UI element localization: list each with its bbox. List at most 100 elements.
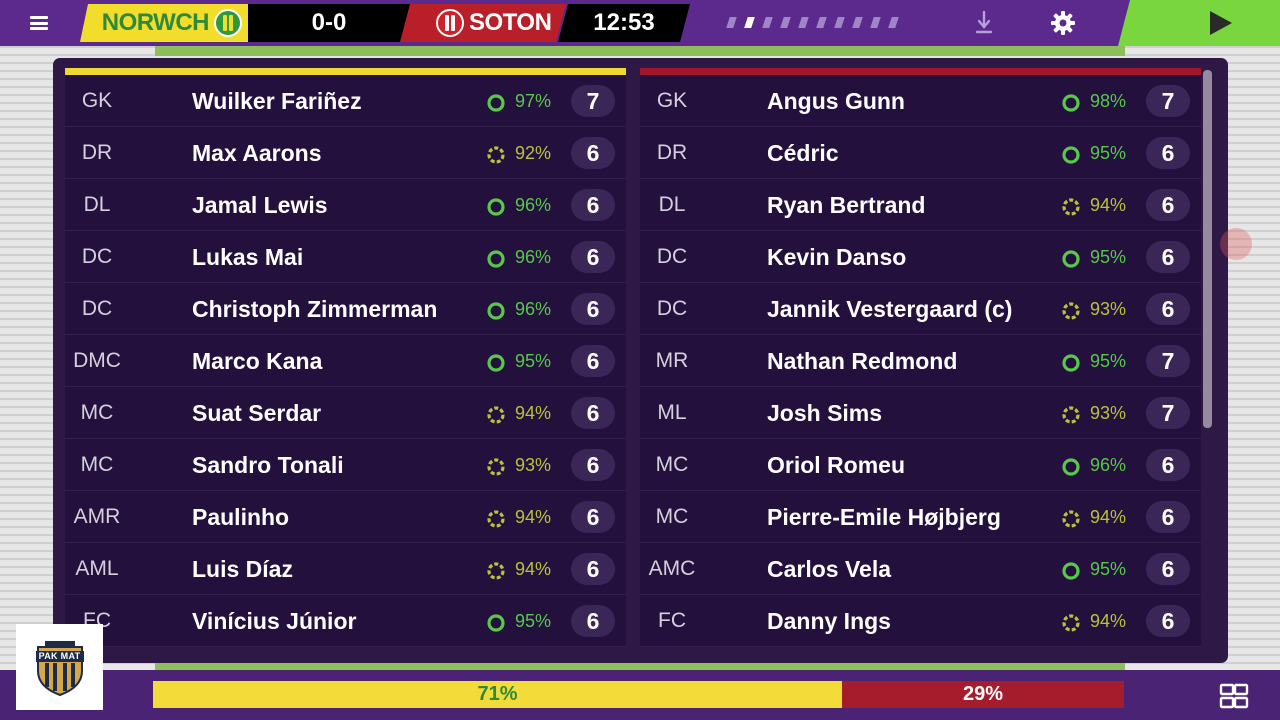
- player-position: MR: [655, 349, 689, 372]
- home-team-tag[interactable]: NORWCH: [80, 4, 248, 42]
- condition-ring-icon: [486, 613, 506, 633]
- gear-icon[interactable]: [1050, 10, 1076, 36]
- speed-pip[interactable]: [744, 17, 755, 28]
- player-condition: 95%: [1090, 559, 1127, 579]
- player-name: Vinícius Júnior: [192, 608, 357, 634]
- hamburger-menu-icon: [30, 16, 48, 30]
- match-clock: 12:53: [558, 4, 690, 42]
- player-position: MC: [655, 453, 689, 476]
- speed-pip[interactable]: [798, 17, 809, 28]
- player-row[interactable]: MC Sandro Tonali 93% 6: [65, 439, 626, 491]
- player-row[interactable]: DC Kevin Danso 95% 6: [640, 231, 1201, 283]
- condition-ring-icon: [486, 561, 506, 581]
- player-rating: 6: [571, 553, 615, 585]
- match-header-bar: NORWCH 0-0 SOTON 12:53: [0, 0, 1280, 46]
- player-rating: 6: [1146, 189, 1190, 221]
- player-row[interactable]: AMR Paulinho 94% 6: [65, 491, 626, 543]
- player-name: Suat Serdar: [192, 400, 322, 426]
- player-rating: 6: [1146, 293, 1190, 325]
- condition-ring-icon: [486, 457, 506, 477]
- menu-button[interactable]: [0, 0, 78, 46]
- speed-pip[interactable]: [816, 17, 827, 28]
- player-row[interactable]: DL Ryan Bertrand 94% 6: [640, 179, 1201, 231]
- player-condition: 93%: [515, 455, 552, 475]
- player-row[interactable]: MC Oriol Romeu 96% 6: [640, 439, 1201, 491]
- player-position: DL: [83, 193, 111, 216]
- play-button[interactable]: [1118, 0, 1280, 46]
- player-condition: 94%: [1090, 195, 1127, 215]
- player-position: MC: [80, 453, 114, 476]
- player-name: Luis Díaz: [192, 556, 293, 582]
- player-condition: 94%: [515, 559, 552, 579]
- player-condition: 96%: [515, 195, 552, 215]
- player-name: Carlos Vela: [767, 556, 892, 582]
- scoreboard: NORWCH 0-0 SOTON 12:53: [80, 4, 690, 42]
- condition-ring-icon: [486, 353, 506, 373]
- player-condition: 94%: [1090, 507, 1127, 527]
- condition-ring-icon: [1061, 509, 1081, 529]
- player-row[interactable]: AML Luis Díaz 94% 6: [65, 543, 626, 595]
- player-row[interactable]: DMC Marco Kana 95% 6: [65, 335, 626, 387]
- home-color-stripe: [65, 68, 626, 75]
- player-row[interactable]: MC Suat Serdar 94% 6: [65, 387, 626, 439]
- condition-ring-icon: [1061, 249, 1081, 269]
- player-position: DR: [81, 141, 113, 164]
- speed-pip[interactable]: [852, 17, 863, 28]
- player-position: MC: [655, 505, 689, 528]
- player-rating: 6: [571, 293, 615, 325]
- player-position: MC: [80, 401, 114, 424]
- away-team-name: SOTON: [469, 9, 552, 36]
- match-stats-icon[interactable]: [1218, 682, 1250, 710]
- player-condition: 95%: [515, 351, 552, 371]
- player-name: Max Aarons: [192, 140, 322, 166]
- condition-ring-icon: [1061, 457, 1081, 477]
- player-row[interactable]: DR Cédric 95% 6: [640, 127, 1201, 179]
- condition-ring-icon: [1061, 353, 1081, 373]
- player-condition: 94%: [515, 403, 552, 423]
- player-row[interactable]: MR Nathan Redmond 95% 7: [640, 335, 1201, 387]
- player-rating: 7: [1146, 397, 1190, 429]
- player-condition: 95%: [1090, 143, 1127, 163]
- player-row[interactable]: GK Wuilker Fariñez 97% 7: [65, 75, 626, 127]
- player-condition: 96%: [515, 247, 552, 267]
- speed-pip[interactable]: [762, 17, 773, 28]
- player-name: Jannik Vestergaard (c): [767, 296, 1013, 322]
- speed-pip[interactable]: [726, 17, 737, 28]
- player-row[interactable]: DC Christoph Zimmerman 96% 6: [65, 283, 626, 335]
- record-indicator-icon: [1220, 228, 1252, 260]
- player-condition: 96%: [515, 299, 552, 319]
- away-team-tag[interactable]: SOTON: [400, 4, 566, 42]
- player-rating: 6: [1146, 241, 1190, 273]
- player-row[interactable]: FC Danny Ings 94% 6: [640, 595, 1201, 647]
- home-possession-label: 71%: [477, 683, 518, 705]
- player-row[interactable]: FC Vinícius Júnior 95% 6: [65, 595, 626, 647]
- speed-pip[interactable]: [888, 17, 899, 28]
- speed-pip[interactable]: [834, 17, 845, 28]
- player-row[interactable]: DC Jannik Vestergaard (c) 93% 6: [640, 283, 1201, 335]
- player-position: ML: [657, 401, 687, 424]
- player-row[interactable]: AMC Carlos Vela 95% 6: [640, 543, 1201, 595]
- player-row[interactable]: DC Lukas Mai 96% 6: [65, 231, 626, 283]
- speed-pip[interactable]: [780, 17, 791, 28]
- condition-ring-icon: [486, 249, 506, 269]
- player-row[interactable]: DR Max Aarons 92% 6: [65, 127, 626, 179]
- channel-logo: PAK MAT: [16, 624, 103, 710]
- speed-pip[interactable]: [870, 17, 881, 28]
- player-rating: 6: [571, 345, 615, 377]
- player-rating: 6: [1146, 137, 1190, 169]
- player-rating: 6: [571, 189, 615, 221]
- player-row[interactable]: GK Angus Gunn 98% 7: [640, 75, 1201, 127]
- player-row[interactable]: ML Josh Sims 93% 7: [640, 387, 1201, 439]
- player-row[interactable]: DL Jamal Lewis 96% 6: [65, 179, 626, 231]
- match-speed-selector[interactable]: [726, 17, 899, 28]
- player-condition: 93%: [1090, 403, 1127, 423]
- home-possession-bar: 71%: [153, 681, 842, 708]
- player-position: DC: [81, 245, 113, 268]
- player-row[interactable]: MC Pierre-Emile Højbjerg 94% 6: [640, 491, 1201, 543]
- touchline-shout-icon[interactable]: [974, 10, 994, 36]
- player-name: Nathan Redmond: [767, 348, 958, 374]
- player-name: Ryan Bertrand: [767, 192, 926, 218]
- player-condition: 97%: [515, 91, 552, 111]
- player-condition: 95%: [1090, 351, 1127, 371]
- scrollbar[interactable]: [1203, 70, 1212, 428]
